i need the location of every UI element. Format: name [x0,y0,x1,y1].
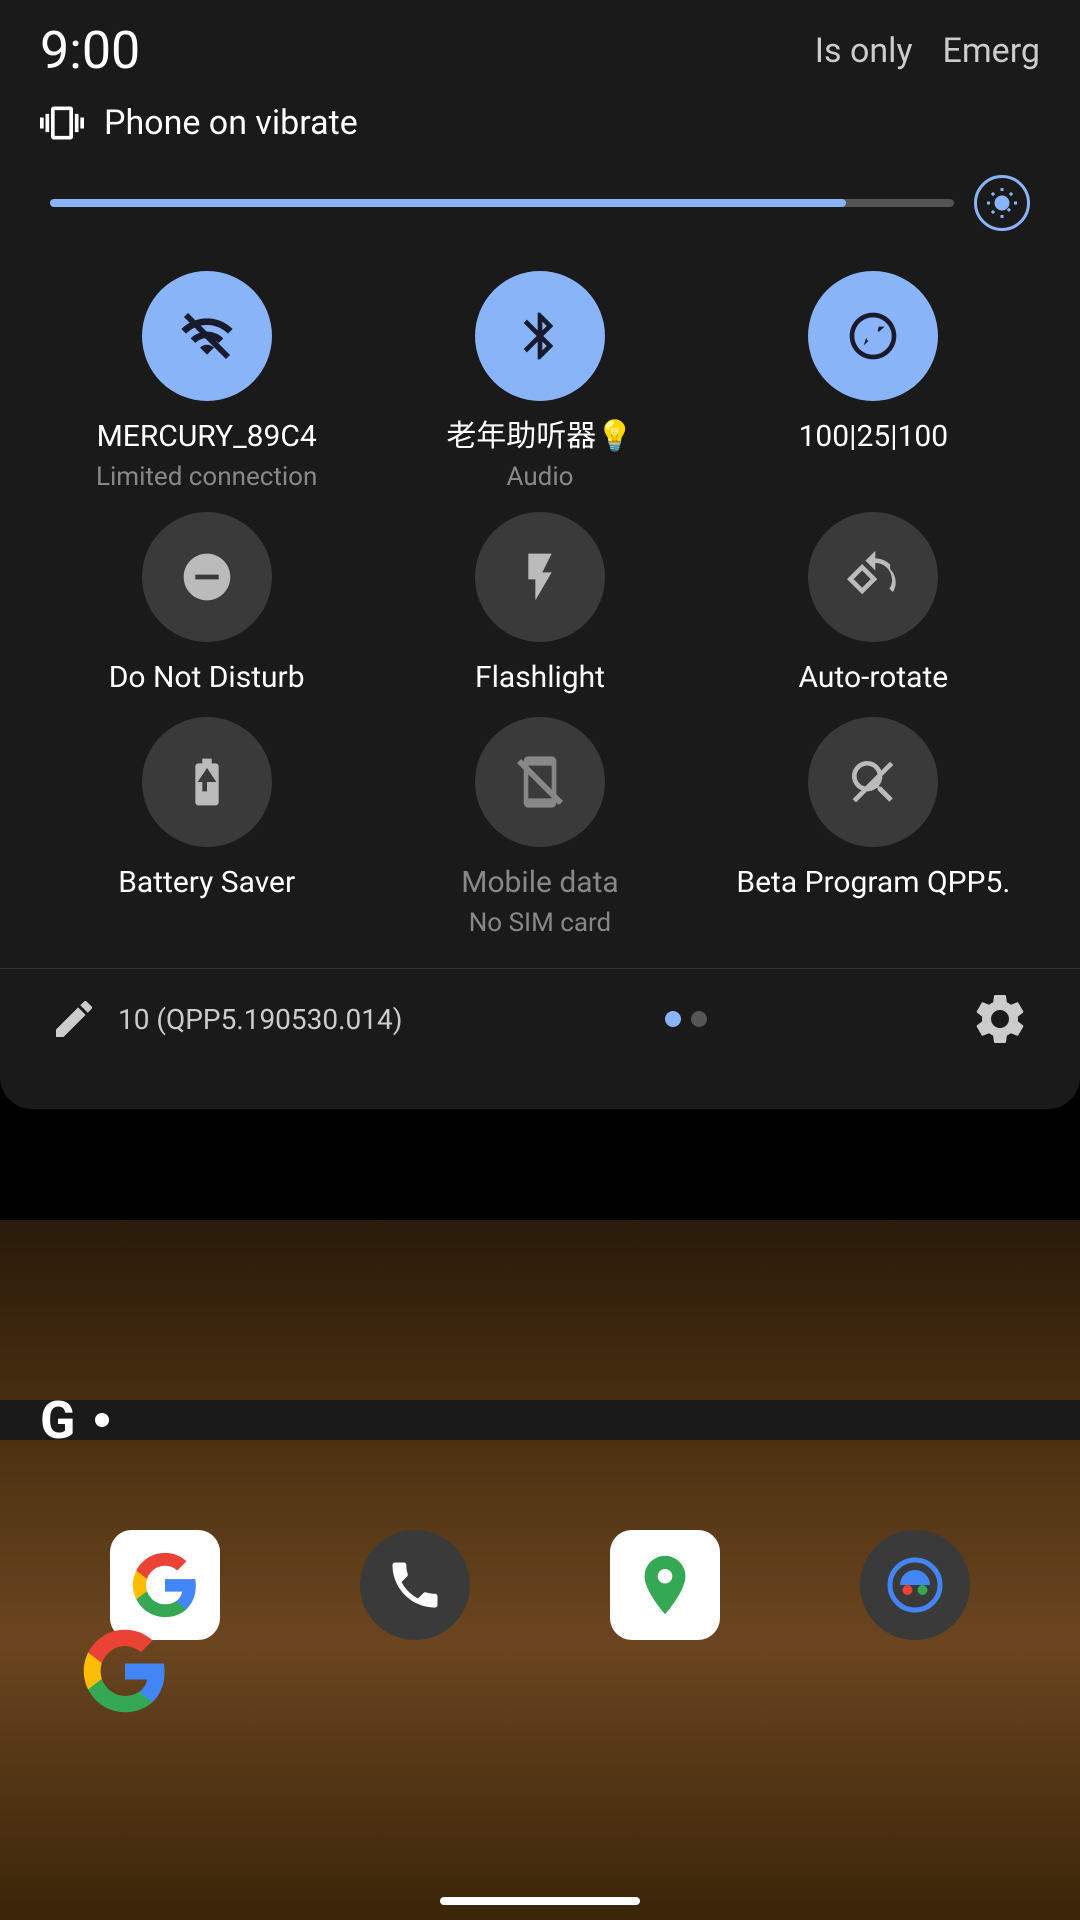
is-only-label: Is only [815,31,913,71]
brightness-icon [974,175,1030,231]
tile-battery-share-icon [808,271,938,401]
google-dot [95,1413,109,1427]
dock-google-icon[interactable] [110,1530,220,1640]
dot-1 [665,1011,681,1027]
tile-bluetooth-label: 老年助听器💡 [446,417,633,456]
status-bar: 9:00 Is only Emerg [0,0,1080,91]
quick-settings-panel: 9:00 Is only Emerg Phone on vibrate [0,0,1080,1109]
tiles-grid: MERCURY_89C4 Limited connection 老年助听器💡 A… [0,261,1080,968]
vibrate-status: Phone on vibrate [40,101,358,145]
tile-bluetooth-sublabel: Audio [507,462,574,492]
tile-autorotate[interactable]: Auto-rotate [717,512,1030,697]
tile-flashlight[interactable]: Flashlight [383,512,696,697]
tile-battery-saver-label: Battery Saver [118,863,295,902]
vibrate-icon [40,101,84,145]
vibrate-label: Phone on vibrate [104,103,358,143]
brightness-fill [50,199,846,207]
dock-phone-icon[interactable] [360,1530,470,1640]
bottom-google-logo [80,1626,170,1720]
settings-icon[interactable] [970,989,1030,1049]
tile-flashlight-label: Flashlight [475,658,605,697]
tile-mobile-data-sublabel: No SIM card [469,908,611,938]
tile-dnd[interactable]: Do Not Disturb [50,512,363,697]
status-right: Is only Emerg [815,31,1040,71]
dot-2 [691,1011,707,1027]
dock-maps-icon[interactable] [610,1530,720,1640]
brightness-row[interactable] [0,155,1080,261]
tile-wifi-icon [142,271,272,401]
page-indicator [665,1011,707,1027]
tile-mobile-data-label: Mobile data [461,863,618,902]
tile-wifi[interactable]: MERCURY_89C4 Limited connection [50,271,363,492]
google-g-logo: G [40,1390,75,1451]
tile-beta-label: Beta Program QPP5. [736,863,1010,902]
qs-bottom-left: 10 (QPP5.190530.014) [50,995,402,1043]
home-indicator[interactable] [440,1897,640,1905]
tile-flashlight-icon [475,512,605,642]
dock-row [0,1530,1080,1640]
edit-icon[interactable] [50,995,98,1043]
dock-assistant-icon[interactable] [860,1530,970,1640]
brightness-slider[interactable] [50,199,954,207]
tile-battery-saver-icon [142,717,272,847]
tile-autorotate-label: Auto-rotate [798,658,948,697]
tile-beta[interactable]: Beta Program QPP5. [717,717,1030,938]
tile-wifi-label: MERCURY_89C4 [97,417,317,456]
tile-autorotate-icon [808,512,938,642]
tile-battery-share-label: 100|25|100 [799,417,949,456]
tile-battery-share[interactable]: 100|25|100 [717,271,1030,492]
tile-mobile-data[interactable]: Mobile data No SIM card [383,717,696,938]
tile-dnd-label: Do Not Disturb [109,658,305,697]
notif-bar: Phone on vibrate [0,91,1080,155]
tile-beta-icon [808,717,938,847]
tile-dnd-icon [142,512,272,642]
qs-bottom-bar: 10 (QPP5.190530.014) [0,968,1080,1069]
build-number: 10 (QPP5.190530.014) [118,1003,402,1036]
tile-bluetooth-icon [475,271,605,401]
google-search-bar[interactable]: G [0,1400,1080,1440]
status-time: 9:00 [40,20,140,81]
tile-mobile-data-icon [475,717,605,847]
tile-bluetooth[interactable]: 老年助听器💡 Audio [383,271,696,492]
tile-battery-saver[interactable]: Battery Saver [50,717,363,938]
tile-wifi-sublabel: Limited connection [96,462,317,492]
emerg-label: Emerg [943,31,1040,71]
